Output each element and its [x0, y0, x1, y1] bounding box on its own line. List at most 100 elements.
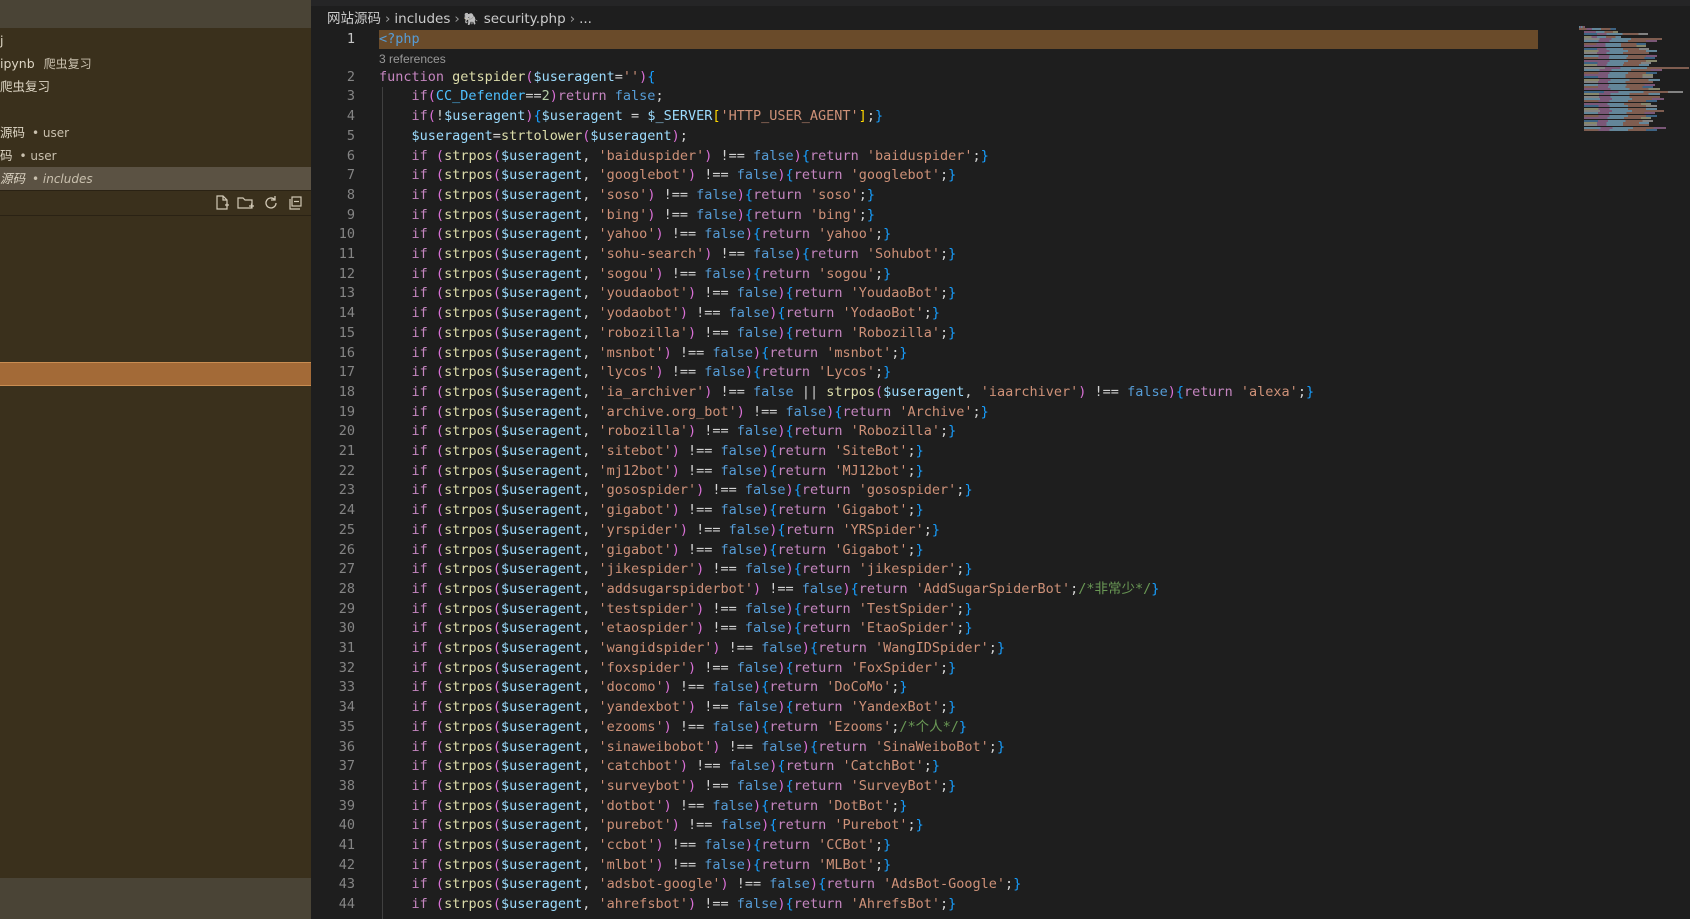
- sidebar-item-detail: • includes: [32, 172, 93, 186]
- code-line[interactable]: if (strpos($useragent, 'ccbot') !== fals…: [379, 836, 892, 856]
- code-line[interactable]: if (strpos($useragent, 'foxspider') !== …: [379, 659, 957, 679]
- sidebar-item-label: 源码: [0, 171, 26, 186]
- code-line[interactable]: if(CC_Defender==2)return false;: [379, 87, 664, 107]
- line-number: 37: [338, 758, 355, 775]
- code-line[interactable]: if (strpos($useragent, 'gosospider') !==…: [379, 481, 973, 501]
- sidebar-item[interactable]: 码 • user: [0, 144, 311, 167]
- sidebar-item[interactable]: 源码 • user: [0, 121, 311, 144]
- code-line[interactable]: if (strpos($useragent, 'mj12bot') !== fa…: [379, 462, 924, 482]
- code-line[interactable]: if (strpos($useragent, 'archive.org_bot'…: [379, 403, 989, 423]
- code-line[interactable]: if (strpos($useragent, 'youdaobot') !== …: [379, 284, 957, 304]
- sidebar-item-label: ipynb: [0, 56, 35, 71]
- sidebar-top-bar: [0, 0, 311, 28]
- code-line[interactable]: if (strpos($useragent, 'yandexbot') !== …: [379, 698, 957, 718]
- code-line[interactable]: if (strpos($useragent, 'lycos') !== fals…: [379, 363, 892, 383]
- code-line[interactable]: $useragent=strtolower($useragent);: [379, 127, 688, 147]
- code-line[interactable]: if (strpos($useragent, 'mlbot') !== fals…: [379, 856, 892, 876]
- code-line[interactable]: if (strpos($useragent, 'bing') !== false…: [379, 206, 876, 226]
- line-number: 40: [338, 817, 355, 834]
- sidebar-item-detail: • user: [19, 149, 57, 163]
- code-line[interactable]: if (strpos($useragent, 'sitebot') !== fa…: [379, 442, 924, 462]
- code-line[interactable]: if (strpos($useragent, 'yrspider') !== f…: [379, 521, 941, 541]
- collapse-all-icon[interactable]: [286, 195, 304, 211]
- code-line[interactable]: if (strpos($useragent, 'yahoo') !== fals…: [379, 225, 892, 245]
- sidebar-item-selected[interactable]: 源码 • includes: [0, 167, 311, 190]
- code-line[interactable]: if (strpos($useragent, 'dotbot') !== fal…: [379, 797, 908, 817]
- code-line[interactable]: if (strpos($useragent, 'baiduspider') !=…: [379, 147, 989, 167]
- line-number: 34: [338, 699, 355, 716]
- tab-strip: [311, 0, 1690, 6]
- sidebar-item[interactable]: 爬虫复习: [0, 75, 311, 98]
- line-number: 31: [338, 640, 355, 656]
- code-line[interactable]: if (strpos($useragent, 'ia_archiver') !=…: [379, 383, 1315, 403]
- code-line[interactable]: if (strpos($useragent, 'addsugarspiderbo…: [379, 580, 1160, 600]
- line-number: 24: [338, 502, 355, 519]
- code-line[interactable]: if (strpos($useragent, 'gigabot') !== fa…: [379, 501, 924, 521]
- line-number: 12: [338, 265, 355, 282]
- new-folder-icon[interactable]: [237, 195, 255, 211]
- line-number: 9: [346, 206, 355, 223]
- code-area[interactable]: 3 references <?php function getspider($us…: [379, 30, 1519, 919]
- line-number: 3: [346, 88, 355, 105]
- sidebar-bottom-bar: [0, 878, 311, 919]
- code-line[interactable]: if (strpos($useragent, 'purebot') !== fa…: [379, 816, 924, 836]
- line-number: 39: [338, 797, 355, 814]
- line-number: 18: [338, 383, 355, 400]
- sidebar-item[interactable]: ipynb 爬虫复习: [0, 52, 311, 75]
- indent-guide: [382, 87, 383, 919]
- code-line[interactable]: <?php: [379, 30, 420, 50]
- sidebar-item-detail: 爬虫复习: [43, 57, 92, 71]
- code-line[interactable]: if (strpos($useragent, 'etaospider') !==…: [379, 619, 973, 639]
- chevron-right-icon: ›: [454, 11, 460, 27]
- code-line[interactable]: if (strpos($useragent, 'googlebot') !== …: [379, 166, 957, 186]
- breadcrumb-item[interactable]: 网站源码: [327, 11, 381, 27]
- line-number: 25: [338, 521, 355, 538]
- breadcrumb-item[interactable]: ...: [579, 11, 592, 27]
- minimap[interactable]: [1579, 26, 1690, 166]
- line-number: 4: [346, 108, 355, 125]
- line-number: 6: [346, 147, 355, 164]
- line-number: 33: [338, 679, 355, 696]
- sidebar-item-label: 源码: [0, 125, 26, 140]
- code-line[interactable]: if (strpos($useragent, 'msnbot') !== fal…: [379, 344, 908, 364]
- line-number: 41: [338, 837, 355, 853]
- line-number: 13: [338, 285, 355, 302]
- sidebar-item-label: 码: [0, 148, 13, 163]
- code-line[interactable]: if (strpos($useragent, 'sohu-search') !=…: [379, 245, 957, 265]
- code-line[interactable]: if (strpos($useragent, 'robozilla') !== …: [379, 422, 957, 442]
- breadcrumb-item[interactable]: security.php: [484, 11, 566, 27]
- code-line[interactable]: if (strpos($useragent, 'docomo') !== fal…: [379, 678, 908, 698]
- line-number: 16: [338, 344, 355, 361]
- line-number: 35: [338, 718, 355, 735]
- breadcrumb-item[interactable]: includes: [394, 11, 450, 27]
- code-line[interactable]: function getspider($useragent=''){: [379, 68, 655, 88]
- code-line[interactable]: if (strpos($useragent, 'ahrefsbot') !== …: [379, 895, 957, 915]
- line-number: 28: [338, 580, 355, 597]
- code-line[interactable]: if (strpos($useragent, 'testspider') !==…: [379, 600, 973, 620]
- code-lens-references[interactable]: 3 references: [379, 50, 446, 68]
- code-line[interactable]: if (strpos($useragent, 'jikespider') !==…: [379, 560, 973, 580]
- code-line[interactable]: if (strpos($useragent, 'catchbot') !== f…: [379, 757, 941, 777]
- line-number: 5: [346, 127, 355, 144]
- code-line[interactable]: if (strpos($useragent, 'sogou') !== fals…: [379, 265, 892, 285]
- code-line[interactable]: if (strpos($useragent, 'wangidspider') !…: [379, 639, 1006, 659]
- code-line[interactable]: if (strpos($useragent, 'robozilla') !== …: [379, 324, 957, 344]
- line-number: 44: [338, 896, 355, 913]
- code-line[interactable]: if (strpos($useragent, 'soso') !== false…: [379, 186, 876, 206]
- code-line[interactable]: if (strpos($useragent, 'yodaobot') !== f…: [379, 304, 941, 324]
- code-line[interactable]: if(!$useragent){$useragent = $_SERVER['H…: [379, 107, 884, 127]
- line-number: 36: [338, 738, 355, 755]
- sidebar-highlight-row: [0, 362, 311, 386]
- php-file-icon: 🐘: [463, 12, 479, 26]
- line-number: 15: [338, 324, 355, 341]
- code-line[interactable]: if (strpos($useragent, 'sinaweibobot') !…: [379, 738, 1006, 758]
- code-line[interactable]: if (strpos($useragent, 'adsbot-google') …: [379, 875, 1022, 895]
- new-file-icon[interactable]: [213, 195, 231, 211]
- sidebar-item[interactable]: j: [0, 29, 311, 52]
- code-line[interactable]: if (strpos($useragent, 'gigabot') !== fa…: [379, 541, 924, 561]
- line-number: 1: [346, 31, 355, 47]
- code-line[interactable]: if (strpos($useragent, 'surveybot') !== …: [379, 777, 957, 797]
- line-number: 22: [338, 462, 355, 479]
- refresh-icon[interactable]: [262, 195, 280, 211]
- code-line[interactable]: if (strpos($useragent, 'ezooms') !== fal…: [379, 718, 968, 738]
